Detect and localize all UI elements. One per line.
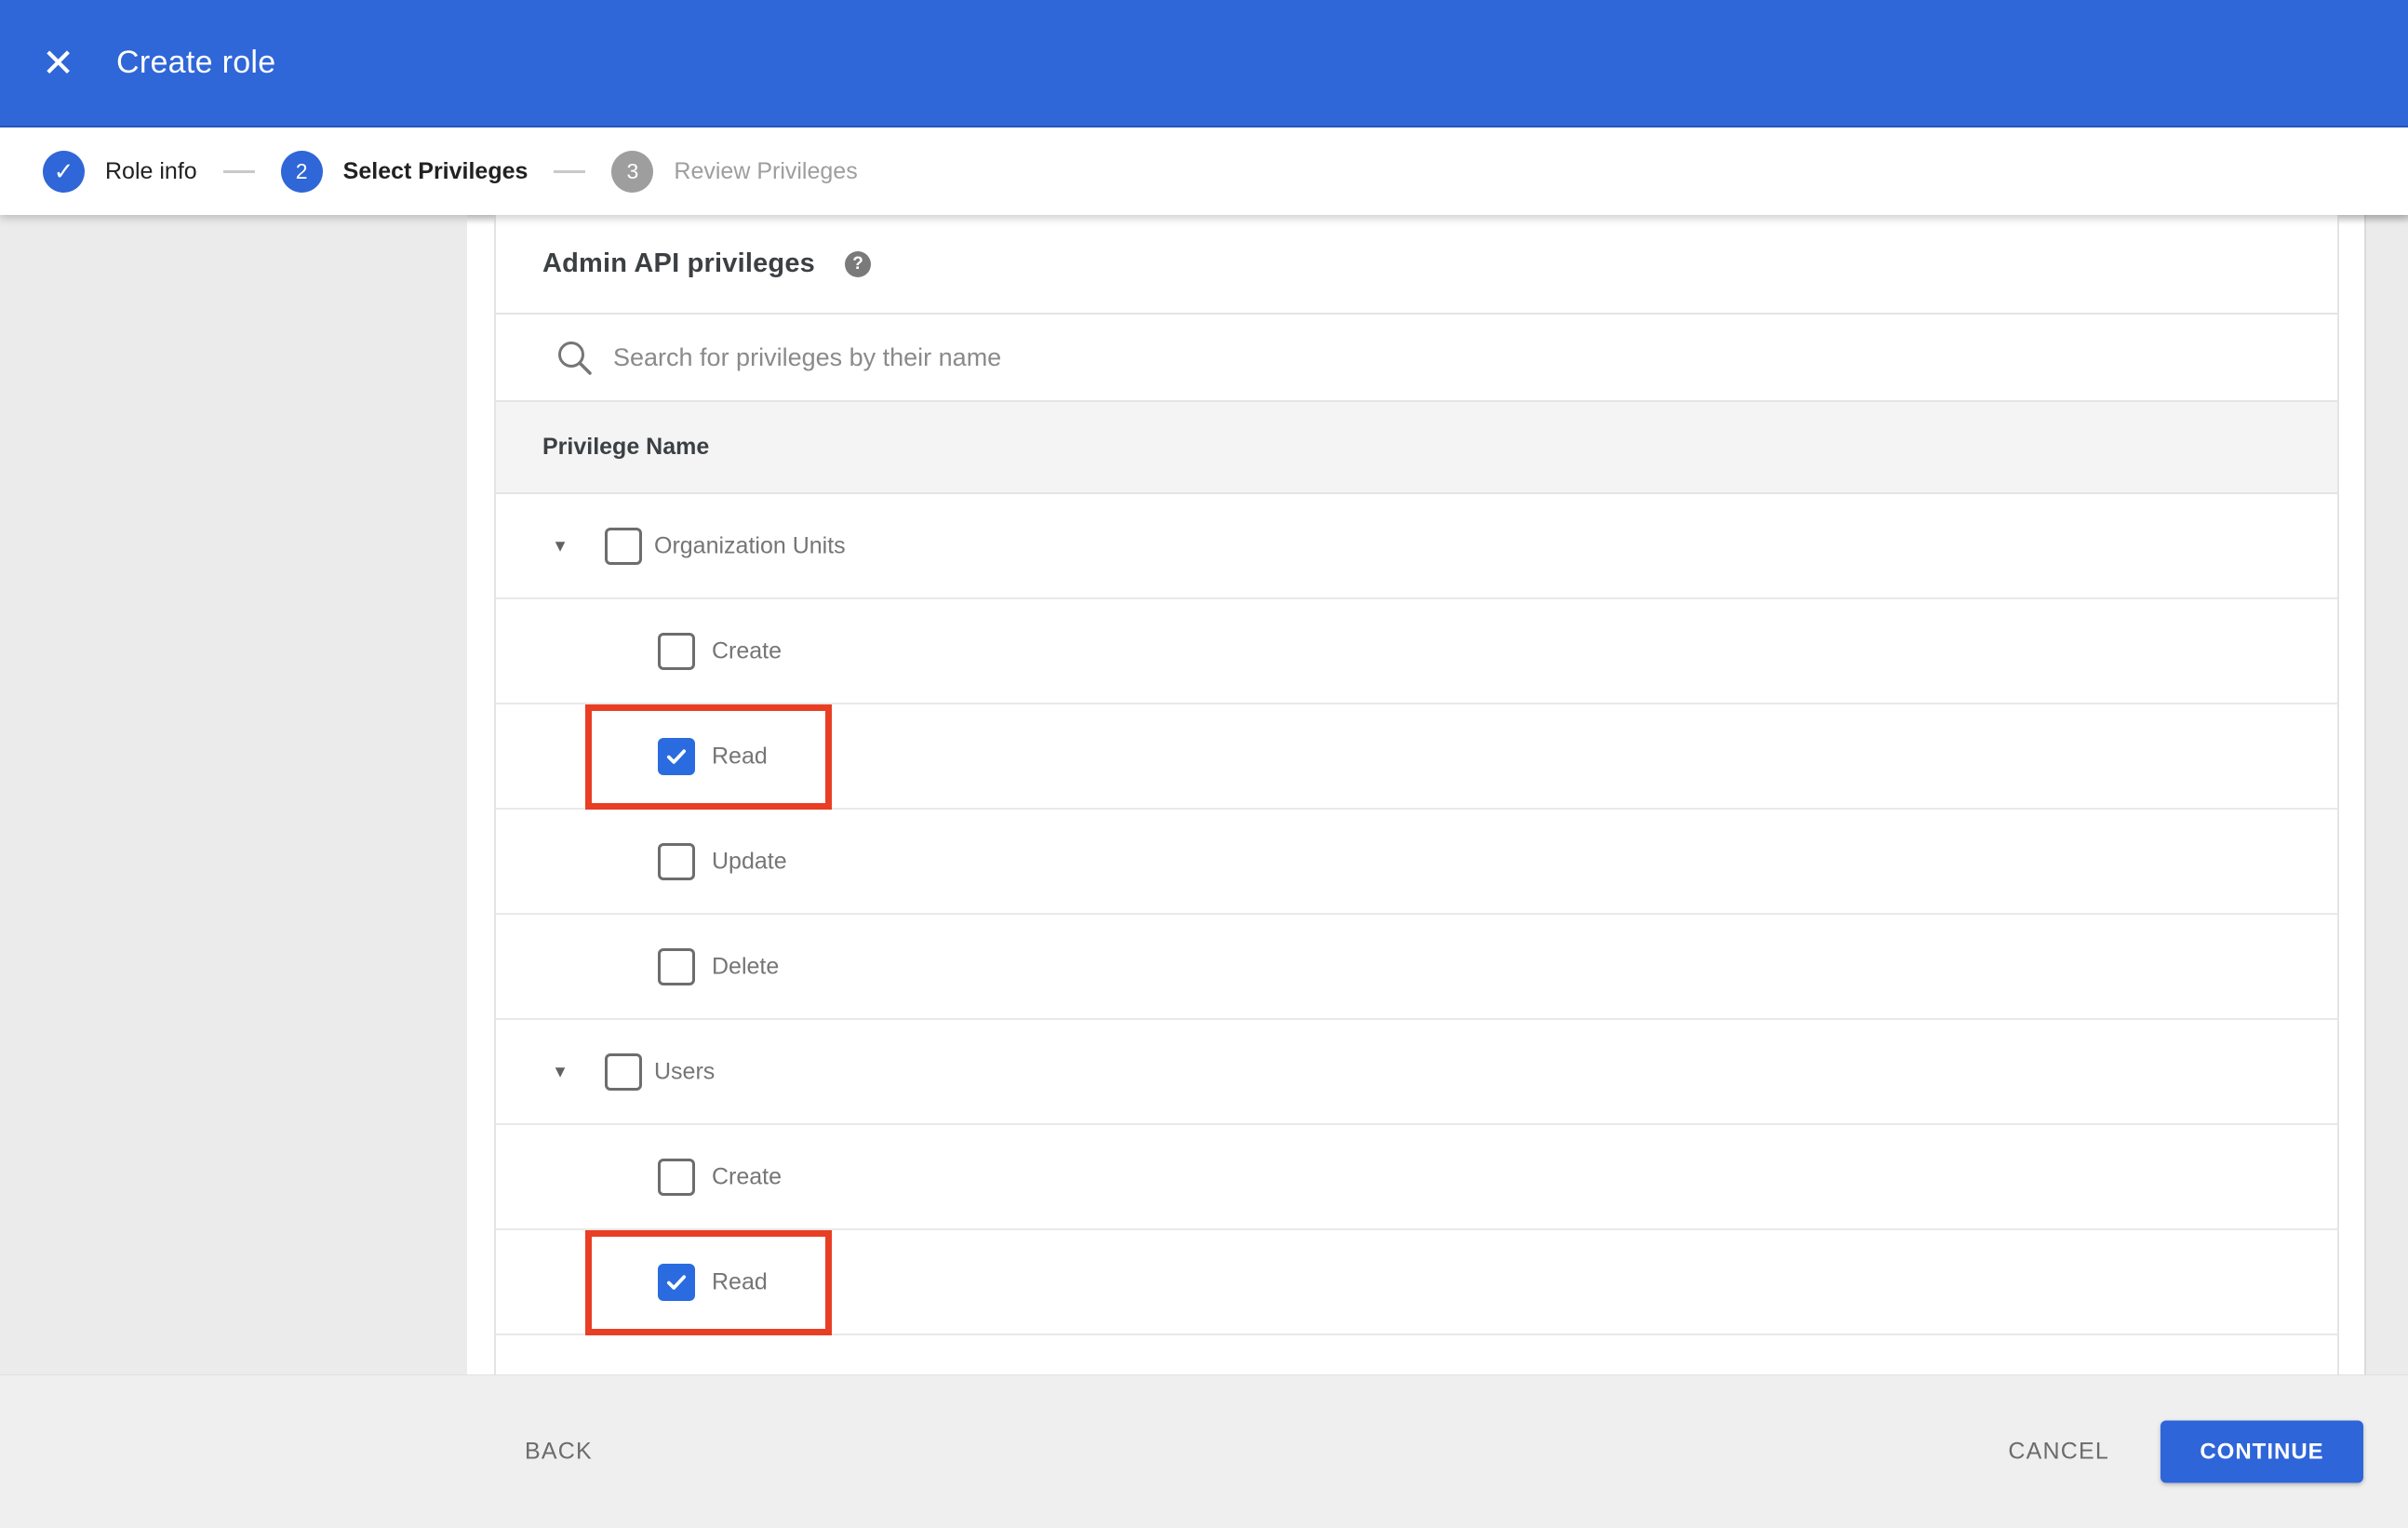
- row-org-units-create: Create: [496, 599, 2337, 704]
- privilege-label: Read: [712, 743, 768, 769]
- row-org-units-read: Read: [496, 704, 2337, 810]
- checkbox-org-units-create[interactable]: [658, 632, 695, 670]
- footer-bar: BACK CANCEL CONTINUE: [0, 1374, 2408, 1528]
- section-title: Admin API privileges: [542, 248, 815, 278]
- step-select-privileges[interactable]: 2 Select Privileges: [280, 150, 528, 193]
- privilege-label: Create: [712, 637, 783, 663]
- checkbox-users-create[interactable]: [658, 1158, 695, 1196]
- privilege-label: Delete: [712, 953, 780, 979]
- search-input[interactable]: Search for privileges by their name: [496, 315, 2337, 402]
- close-icon[interactable]: ✕: [42, 42, 74, 84]
- help-icon[interactable]: ?: [845, 250, 871, 277]
- page-title: Create role: [116, 45, 276, 80]
- section-heading: Admin API privileges ?: [496, 215, 2337, 315]
- privilege-label: Create: [712, 1163, 783, 1189]
- table-header-label: Privilege Name: [542, 434, 710, 460]
- continue-button[interactable]: CONTINUE: [2161, 1420, 2363, 1483]
- step-label: Review Privileges: [674, 157, 858, 184]
- create-role-dialog: ✕ Create role ✓ Role info 2 Select Privi…: [0, 0, 2408, 1528]
- step-connector: [222, 169, 255, 173]
- step-review-privileges[interactable]: 3 Review Privileges: [611, 150, 858, 193]
- privileges-card: Admin API privileges ? Search for privil…: [494, 215, 2339, 1375]
- checkbox-users-read[interactable]: [658, 1263, 695, 1301]
- row-users: ▼ Users: [496, 1020, 2337, 1125]
- privilege-label: Users: [654, 1058, 716, 1084]
- check-icon: [666, 748, 687, 764]
- step-role-info[interactable]: ✓ Role info: [43, 150, 197, 193]
- row-users-create: Create: [496, 1125, 2337, 1230]
- search-placeholder: Search for privileges by their name: [613, 342, 1002, 371]
- row-org-units-delete: Delete: [496, 915, 2337, 1020]
- row-clipped: [496, 1335, 2337, 1375]
- check-icon: ✓: [53, 157, 74, 185]
- checkbox-users[interactable]: [605, 1052, 642, 1091]
- row-org-units-update: Update: [496, 810, 2337, 915]
- checkbox-organization-units[interactable]: [605, 527, 642, 565]
- check-icon: [666, 1274, 687, 1290]
- back-button[interactable]: BACK: [519, 1438, 598, 1467]
- step-complete-icon: ✓: [43, 150, 85, 193]
- checkbox-org-units-read[interactable]: [658, 737, 695, 775]
- search-icon: [558, 342, 592, 375]
- step-number-badge: 3: [611, 150, 654, 193]
- step-label: Select Privileges: [342, 157, 528, 184]
- cancel-button[interactable]: CANCEL: [2002, 1438, 2115, 1467]
- checkbox-org-units-update[interactable]: [658, 842, 695, 880]
- row-users-read: Read: [496, 1230, 2337, 1335]
- table-header: Privilege Name: [496, 402, 2337, 494]
- checkbox-org-units-delete[interactable]: [658, 947, 695, 985]
- step-number-badge: 2: [280, 150, 323, 193]
- step-label: Role info: [105, 157, 197, 184]
- wizard-stepper: ✓ Role info 2 Select Privileges 3 Review…: [0, 127, 2408, 215]
- highlight-box-users-read: [585, 1230, 832, 1335]
- chevron-down-icon[interactable]: ▼: [548, 1062, 572, 1081]
- privilege-label: Read: [712, 1268, 768, 1294]
- chevron-down-icon[interactable]: ▼: [548, 536, 572, 556]
- privilege-label: Organization Units: [654, 532, 846, 558]
- highlight-box-read: [585, 704, 832, 810]
- step-connector: [554, 169, 586, 173]
- privilege-label: Update: [712, 848, 787, 874]
- app-bar: ✕ Create role: [0, 0, 2408, 127]
- row-organization-units: ▼ Organization Units: [496, 494, 2337, 599]
